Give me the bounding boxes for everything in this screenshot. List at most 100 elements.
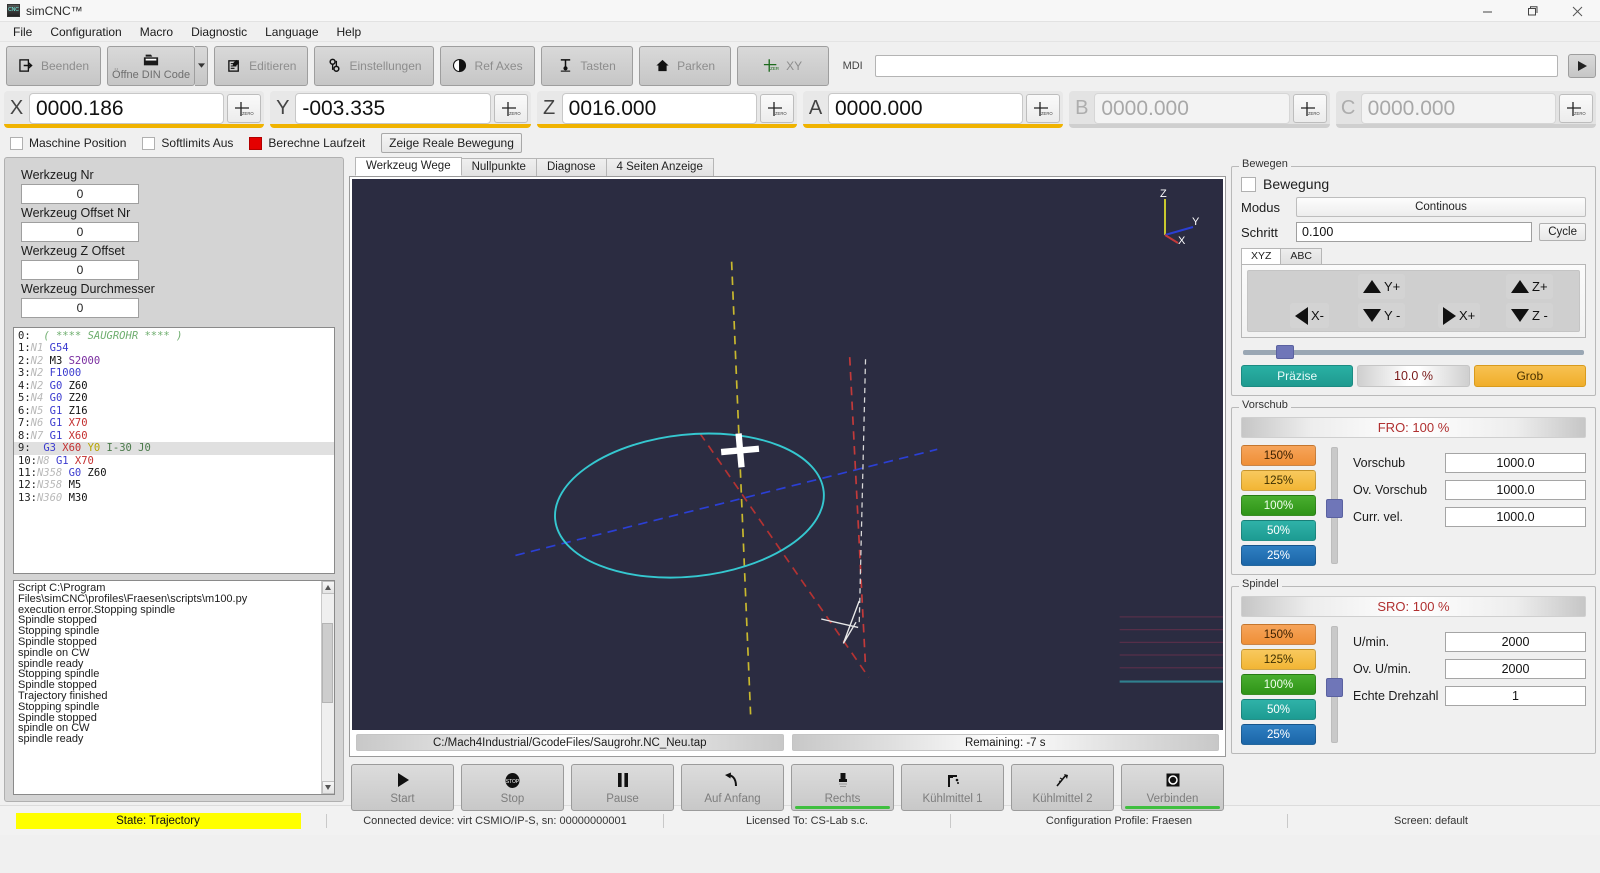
jog-speed-slider[interactable] xyxy=(1243,345,1584,359)
softlimits-checkbox[interactable] xyxy=(142,136,156,150)
spindle-override-slider[interactable] xyxy=(1326,626,1343,743)
gcode-line[interactable]: 1: N1 G54 xyxy=(14,342,334,354)
menu-macro[interactable]: Macro xyxy=(131,23,182,41)
feed-rate-value[interactable]: 1000.0 xyxy=(1445,453,1586,473)
dro-z-value[interactable]: 0016.000 xyxy=(561,93,757,124)
jog-y-plus-button[interactable]: Y+ xyxy=(1358,274,1406,299)
jog-enable-checkbox[interactable] xyxy=(1241,176,1256,192)
jog-y-minus-button[interactable]: Y - xyxy=(1358,303,1406,328)
zero-xy-button[interactable]: ZERO XY xyxy=(736,45,829,86)
spindle-override-value[interactable]: 2000 xyxy=(1445,659,1586,679)
spindle-rpm-value[interactable]: 2000 xyxy=(1445,632,1586,652)
gcode-line[interactable]: 12: N358 M5 xyxy=(14,479,334,491)
machine-position-checkbox[interactable] xyxy=(10,136,23,150)
maximize-button[interactable] xyxy=(1510,0,1555,22)
coolant-2-button[interactable]: Kühlmittel 2 xyxy=(1011,764,1114,812)
coolant-1-button[interactable]: Kühlmittel 1 xyxy=(901,764,1004,812)
tab-nullpunkte[interactable]: Nullpunkte xyxy=(460,158,537,176)
jog-cycle-button[interactable]: Cycle xyxy=(1539,223,1586,241)
dro-x-value[interactable]: 0000.186 xyxy=(29,93,225,124)
mdi-input[interactable] xyxy=(874,54,1558,77)
jog-precise-button[interactable]: Präzise xyxy=(1241,365,1354,387)
zero-z-button[interactable]: ZERO xyxy=(759,94,794,123)
feed-preset-125[interactable]: 125% xyxy=(1241,470,1316,491)
spindle-preset-125[interactable]: 125% xyxy=(1241,649,1316,670)
zero-x-button[interactable]: ZERO xyxy=(227,94,262,123)
pause-button[interactable]: Pause xyxy=(571,764,674,812)
start-button[interactable]: Start xyxy=(351,764,454,812)
zero-y-button[interactable]: ZERO xyxy=(493,94,528,123)
gcode-line[interactable]: 13: N360 M30 xyxy=(14,492,334,504)
stop-button[interactable]: STOP Stop xyxy=(461,764,564,812)
dro-z[interactable]: Z 0016.000 ZERO xyxy=(536,91,797,128)
dro-y-value[interactable]: -003.335 xyxy=(295,93,491,124)
gcode-line[interactable]: 11: N358 G0 Z60 xyxy=(14,467,334,479)
tab-4-seiten-anzeige[interactable]: 4 Seiten Anzeige xyxy=(605,158,714,176)
rewind-button[interactable]: Auf Anfang xyxy=(681,764,784,812)
exit-button[interactable]: Beenden xyxy=(6,45,102,86)
zero-b-button[interactable]: ZERO xyxy=(1292,94,1327,123)
menu-configuration[interactable]: Configuration xyxy=(41,23,130,41)
ref-axes-button[interactable]: Ref Axes xyxy=(439,45,535,86)
zero-a-button[interactable]: ZERO xyxy=(1026,94,1061,123)
tab-werkzeug-wege[interactable]: Werkzeug Wege xyxy=(355,157,462,176)
probe-button[interactable]: Tasten xyxy=(540,45,633,86)
tool-z-offset-input[interactable]: 0 xyxy=(21,260,139,280)
gcode-line[interactable]: 6: N5 G1 Z16 xyxy=(14,405,334,417)
tool-number-input[interactable]: 0 xyxy=(21,184,139,204)
tool-offset-number-input[interactable]: 0 xyxy=(21,222,139,242)
jog-x-minus-button[interactable]: X- xyxy=(1290,303,1329,328)
tool-diameter-input[interactable]: 0 xyxy=(21,298,139,318)
close-button[interactable] xyxy=(1555,0,1600,22)
feed-preset-150[interactable]: 150% xyxy=(1241,445,1316,466)
mdi-run-button[interactable] xyxy=(1568,53,1596,78)
feed-preset-25[interactable]: 25% xyxy=(1241,545,1316,566)
calc-runtime-checkbox[interactable] xyxy=(249,136,263,150)
spindle-preset-50[interactable]: 50% xyxy=(1241,699,1316,720)
spindle-cw-button[interactable]: Rechts xyxy=(791,764,894,812)
menu-diagnostic[interactable]: Diagnostic xyxy=(182,23,256,41)
feed-slider-thumb[interactable] xyxy=(1326,499,1343,518)
menu-help[interactable]: Help xyxy=(328,23,371,41)
gcode-line[interactable]: 0: ( **** SAUGROHR **** ) xyxy=(14,330,334,342)
connect-button[interactable]: Verbinden xyxy=(1121,764,1224,812)
open-din-code-button[interactable]: Öffne DIN Code xyxy=(107,45,196,86)
jog-tab-xyz[interactable]: XYZ xyxy=(1241,248,1282,264)
open-din-code-dropdown[interactable] xyxy=(195,45,209,86)
jog-speed-thumb[interactable] xyxy=(1276,345,1294,359)
settings-button[interactable]: Einstellungen xyxy=(314,45,434,86)
gcode-line[interactable]: 9: G3 X60 Y0 I-30 J0 xyxy=(14,442,334,455)
jog-mode-select[interactable]: Continous xyxy=(1296,197,1586,217)
log-scroll-up-button[interactable] xyxy=(321,581,334,594)
spindle-preset-150[interactable]: 150% xyxy=(1241,624,1316,645)
dro-a-value[interactable]: 0000.000 xyxy=(827,93,1024,124)
feed-preset-100[interactable]: 100% xyxy=(1241,495,1316,516)
show-real-motion-button[interactable]: Zeige Reale Bewegung xyxy=(381,133,522,153)
gcode-line[interactable]: 4: N2 G0 Z60 xyxy=(14,380,334,392)
spindle-preset-25[interactable]: 25% xyxy=(1241,724,1316,745)
dro-x[interactable]: X 0000.186 ZERO xyxy=(4,91,265,128)
log-scroll-thumb[interactable] xyxy=(322,623,333,703)
jog-tab-abc[interactable]: ABC xyxy=(1280,248,1323,264)
gcode-line[interactable]: 3: N2 F1000 xyxy=(14,367,334,379)
jog-z-minus-button[interactable]: Z - xyxy=(1506,303,1553,328)
spindle-slider-thumb[interactable] xyxy=(1326,678,1343,697)
minimize-button[interactable] xyxy=(1465,0,1510,22)
toolpath-viewport[interactable]: Z Y X xyxy=(352,179,1223,731)
spindle-preset-100[interactable]: 100% xyxy=(1241,674,1316,695)
feed-preset-50[interactable]: 50% xyxy=(1241,520,1316,541)
jog-coarse-button[interactable]: Grob xyxy=(1473,365,1586,387)
gcode-line[interactable]: 10: N8 G1 X70 xyxy=(14,455,334,467)
dro-y[interactable]: Y -003.335 ZERO xyxy=(270,91,531,128)
gcode-line[interactable]: 2: N2 M3 S2000 xyxy=(14,355,334,367)
menu-language[interactable]: Language xyxy=(256,23,327,41)
dro-a[interactable]: A 0000.000 ZERO xyxy=(802,91,1064,128)
feed-override-slider[interactable] xyxy=(1326,447,1343,564)
feed-override-value[interactable]: 1000.0 xyxy=(1445,480,1586,500)
jog-z-plus-button[interactable]: Z+ xyxy=(1506,274,1553,299)
gcode-listing[interactable]: 0: ( **** SAUGROHR **** ) 1: N1 G54 2: N2 M3… xyxy=(13,327,335,574)
edit-button[interactable]: Editieren xyxy=(214,45,309,86)
log-scroll-down-button[interactable] xyxy=(321,781,334,794)
gcode-line[interactable]: 8: N7 G1 X60 xyxy=(14,430,334,442)
gcode-line[interactable]: 7: N6 G1 X70 xyxy=(14,417,334,429)
